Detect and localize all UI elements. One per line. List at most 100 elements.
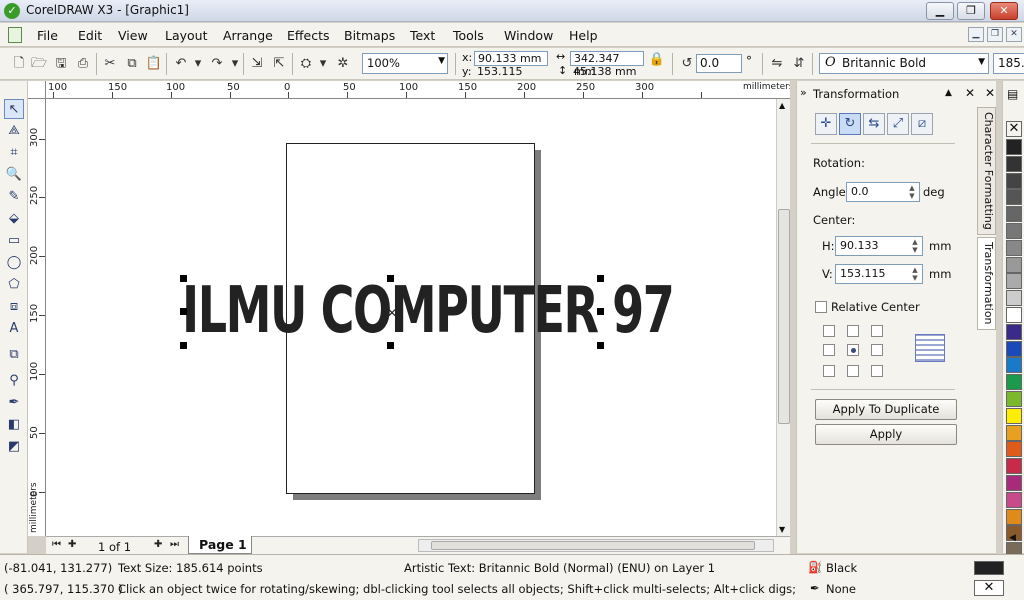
selection-handle[interactable] [180,275,187,282]
doc-minimize-button[interactable]: ▁ [968,27,984,42]
menu-arrange[interactable]: Arrange [223,28,273,43]
palette-scroll-down-icon[interactable]: ◀ [1009,533,1016,543]
selection-handle[interactable] [180,308,187,315]
palette-swatch[interactable] [1006,239,1022,256]
menu-text[interactable]: Text [410,28,435,43]
lock-ratio-icon[interactable]: 🔒 [648,51,666,69]
skew-mode-icon[interactable]: ⧄ [911,113,933,135]
outline-none-swatch[interactable]: ✕ [974,580,1004,596]
rotation-angle-field[interactable]: 0.0 [696,54,742,73]
palette-swatch-none[interactable]: ✕ [1006,121,1022,137]
print-icon[interactable]: ⎙ [74,55,92,73]
tab-transformation[interactable]: Transformation [977,237,996,330]
palette-swatch[interactable] [1006,307,1022,323]
eyedropper-tool-icon[interactable]: ⚲ [4,371,24,391]
vertical-scrollbar[interactable]: ▲ ▼ [776,99,790,536]
center-v-input[interactable]: 153.115 ▲ ▼ [835,264,923,284]
shape-tool-icon[interactable]: ⟁ [4,121,24,141]
outline-tool-icon[interactable]: ✒ [4,393,24,413]
coreldraw-app-icon[interactable]: ✓ [4,3,20,19]
palette-swatch[interactable] [1006,189,1022,206]
maximize-button[interactable]: ❐ [957,2,985,20]
add-page-before-icon[interactable]: ✚ [68,539,76,550]
position-mode-icon[interactable]: ✛ [815,113,837,135]
anchor-top-right[interactable] [871,325,883,337]
undo-icon[interactable]: ↶ [172,55,190,73]
anchor-bottom-right[interactable] [871,365,883,377]
palette-swatch[interactable] [1006,172,1022,189]
horizontal-scrollbar[interactable] [418,539,774,552]
rectangle-tool-icon[interactable]: ▭ [4,231,24,251]
fill-color-swatch[interactable] [974,561,1004,575]
palette-swatch[interactable] [1006,357,1022,374]
palette-menu-icon[interactable]: ▤ [1007,87,1018,101]
palette-swatch[interactable] [1006,273,1022,290]
scroll-up-icon[interactable]: ▲ [779,101,785,110]
menu-view[interactable]: View [118,28,148,43]
palette-swatch[interactable] [1006,223,1022,239]
doc-close-button[interactable]: ✕ [1006,27,1022,42]
docker-close-icon[interactable]: ✕ [965,86,975,100]
copy-icon[interactable]: ⧉ [123,55,141,73]
menu-bitmaps[interactable]: Bitmaps [344,28,395,43]
drawing-canvas[interactable]: ILMU COMPUTER 97 ✕ [46,99,776,536]
anchor-center-selected[interactable] [847,344,859,356]
palette-swatch[interactable] [1006,206,1022,223]
selection-handle[interactable] [597,275,604,282]
corel-online-icon[interactable]: ✲ [334,55,352,73]
anchor-middle-right[interactable] [871,344,883,356]
undo-dropdown-icon[interactable]: ▾ [189,55,207,73]
application-launcher-icon[interactable]: ⛭ [297,55,315,73]
width-field[interactable]: 342.347 mm [570,51,644,78]
selection-handle[interactable] [597,308,604,315]
rotation-center-icon[interactable]: ✕ [387,306,397,320]
menu-window[interactable]: Window [504,28,553,43]
import-icon[interactable]: ⇲ [248,55,266,73]
interactive-fill-tool-icon[interactable]: ◩ [4,437,24,457]
relative-center-checkbox[interactable] [815,301,827,313]
redo-icon[interactable]: ↷ [208,55,226,73]
scale-mirror-mode-icon[interactable]: ⇆ [863,113,885,135]
anchor-top-center[interactable] [847,325,859,337]
palette-swatch[interactable] [1006,323,1022,340]
anchor-bottom-center[interactable] [847,365,859,377]
scroll-down-icon[interactable]: ▼ [779,525,785,534]
font-list-select[interactable]: O Britannic Bold ▼ [819,53,989,74]
x-position-field[interactable]: 90.133 mm [474,51,548,66]
pick-tool-icon[interactable]: ↖ [4,99,24,119]
menu-tools[interactable]: Tools [453,28,484,43]
anchor-bottom-left[interactable] [823,365,835,377]
basic-shapes-tool-icon[interactable]: ⧈ [4,297,24,317]
vertical-scroll-thumb[interactable] [778,209,790,424]
palette-swatch[interactable] [1006,391,1022,407]
last-page-icon[interactable]: ⏭ [170,539,179,550]
zoom-level-select[interactable]: 100% ▼ [362,53,448,74]
ruler-origin[interactable] [28,81,46,99]
smart-fill-tool-icon[interactable]: ⬙ [4,209,24,229]
document-icon[interactable] [8,27,22,43]
crop-tool-icon[interactable]: ⌗ [4,143,24,163]
redo-dropdown-icon[interactable]: ▾ [226,55,244,73]
angle-input[interactable]: 0.0 ▲ ▼ [846,182,920,202]
palette-swatch[interactable] [1006,475,1022,491]
vertical-ruler[interactable]: 300 250 200 150 100 50 0 millimeters [28,99,46,536]
docker-collapse-icon[interactable]: » [800,86,807,99]
palette-swatch[interactable] [1006,458,1022,475]
save-icon[interactable]: 🖫 [52,55,70,73]
menu-layout[interactable]: Layout [165,28,208,43]
cut-icon[interactable]: ✂ [101,55,119,73]
doc-restore-button[interactable]: ❐ [987,27,1003,42]
menu-effects[interactable]: Effects [287,28,330,43]
new-document-icon[interactable]: 🗋 [10,55,28,73]
v-spinner-icon[interactable]: ▲ ▼ [909,266,921,282]
palette-swatch[interactable] [1006,290,1022,307]
add-page-after-icon[interactable]: ✚ [154,539,162,550]
docker-window-close-icon[interactable]: ✕ [985,86,995,100]
palette-swatch[interactable] [1006,508,1022,525]
horizontal-ruler[interactable]: 100 150 100 50 0 50 100 150 200 250 300 … [46,81,790,99]
export-icon[interactable]: ⇱ [270,55,288,73]
anchor-middle-left[interactable] [823,344,835,356]
selection-handle[interactable] [387,275,394,282]
mirror-vertical-icon[interactable]: ⇵ [790,55,808,73]
horizontal-scroll-thumb[interactable] [431,541,755,550]
